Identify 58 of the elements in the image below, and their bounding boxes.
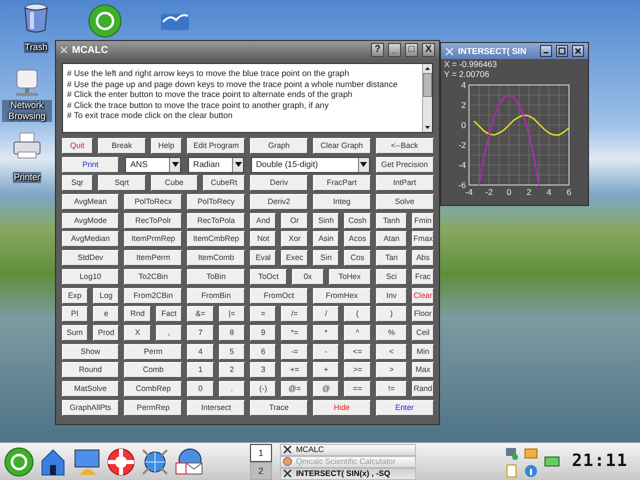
help-line: # Click the enter button to move the trace point to alternate ends of the graph <box>67 89 354 100</box>
tick-label: -4 <box>465 187 473 197</box>
title-bar-button[interactable]: □ <box>405 43 418 57</box>
help-line: # To exit trace mode click on the clear button <box>67 110 234 121</box>
folder-icon[interactable] <box>524 446 538 460</box>
coordinate-readout: Y = 2.00706 <box>443 69 490 79</box>
info-icon[interactable] <box>524 464 538 478</box>
minimize-icon[interactable] <box>540 45 552 57</box>
title-bar-button[interactable]: X <box>422 43 435 57</box>
clock[interactable]: 21:11 <box>572 448 628 474</box>
taskbar-task[interactable]: MCALC <box>280 444 416 456</box>
caret-icon[interactable] <box>172 162 179 168</box>
window-title: MCALC <box>72 44 110 58</box>
tick-label: -4 <box>458 160 466 170</box>
x-icon <box>282 445 292 454</box>
dropdown[interactable]: Double (15-digit) <box>251 156 370 173</box>
round-app-icon <box>282 457 292 466</box>
network-status-icon[interactable] <box>544 456 560 468</box>
tick-label: -2 <box>485 187 493 197</box>
monitor-icon[interactable] <box>72 446 102 476</box>
tick-label: 2 <box>526 187 532 197</box>
desktop-icon-label[interactable]: Network Browsing <box>2 100 52 122</box>
lifebuoy-icon[interactable] <box>106 446 136 476</box>
dropdown[interactable]: Radian <box>188 156 244 173</box>
document-icon[interactable] <box>504 464 518 478</box>
desktop-pager-button[interactable]: 2 <box>250 462 272 480</box>
scroll-thumb[interactable] <box>423 73 432 97</box>
mail-globe-icon[interactable] <box>174 446 204 476</box>
computer-icon[interactable] <box>504 446 518 460</box>
scrollbar[interactable] <box>422 64 432 132</box>
caret-icon[interactable] <box>360 162 368 168</box>
x-icon <box>60 46 68 54</box>
tick-label: 6 <box>566 187 572 197</box>
close-icon[interactable] <box>572 45 584 57</box>
tick-label: 0 <box>461 120 466 130</box>
tick-label: 4 <box>546 187 552 197</box>
help-line: # Use the left and right arrow keys to move the blue trace point on the graph <box>67 68 350 79</box>
tick-label: 2 <box>461 100 466 110</box>
caret-icon[interactable] <box>234 162 242 168</box>
title-bar-button[interactable]: ? <box>371 43 384 57</box>
tick-label: 0 <box>506 187 512 197</box>
coordinate-readout: X = -0.996463 <box>443 59 498 69</box>
round-logo-icon[interactable] <box>4 446 34 476</box>
desktop-pager-button[interactable]: 1 <box>250 444 272 462</box>
help-line: # Use the page up and page down keys to move the trace point a whole number distance <box>67 78 399 90</box>
window-title: INTERSECT( SIN <box>458 44 528 58</box>
tick-label: -6 <box>458 180 466 190</box>
x-icon <box>445 46 454 56</box>
x-icon <box>282 469 292 478</box>
globe-icon[interactable] <box>140 446 170 476</box>
round-logo-icon[interactable] <box>88 4 122 38</box>
tick-label: 4 <box>461 80 466 90</box>
taskbar-task[interactable]: INTERSECT( SIN(x) , -SQ <box>280 468 416 480</box>
maximize-icon[interactable] <box>556 45 568 57</box>
help-line: # Click the trace button to move the trace point to another graph, if any <box>67 100 330 110</box>
dropdown[interactable]: ANS <box>125 156 182 173</box>
tick-label: -2 <box>458 140 466 150</box>
title-bar-button[interactable]: _ <box>388 43 401 57</box>
